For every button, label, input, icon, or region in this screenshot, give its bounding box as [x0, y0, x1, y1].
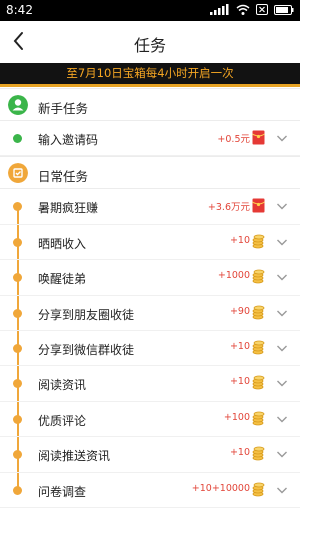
- section-title: 新手任务: [38, 101, 89, 116]
- task-name: 分享到朋友圈收徒: [38, 307, 135, 322]
- timeline-dot: [13, 485, 22, 495]
- task-reward: +10+10000: [191, 482, 250, 494]
- task-row[interactable]: 晒晒收入 +10: [0, 224, 300, 261]
- section-header: 新手任务: [0, 88, 300, 121]
- coin-icon: [252, 446, 265, 461]
- section-header: 日常任务: [0, 156, 300, 190]
- task-row[interactable]: 优质评论 +100: [0, 401, 300, 438]
- task-reward: +3.6万元: [207, 202, 250, 214]
- chevron-down-icon[interactable]: [276, 449, 288, 459]
- task-row[interactable]: 分享到微信群收徒 +10: [0, 330, 300, 367]
- treasure-banner: 至7月10日宝箱每4小时开启一次: [0, 63, 300, 87]
- task-row[interactable]: 问卷调查 +10+10000: [0, 472, 300, 508]
- chevron-down-icon[interactable]: [276, 237, 288, 247]
- coin-icon: [252, 375, 265, 390]
- task-row[interactable]: 分享到朋友圈收徒 +90: [0, 295, 300, 331]
- task-reward: +100: [223, 411, 250, 423]
- chevron-down-icon[interactable]: [276, 133, 288, 143]
- status-icons: [210, 4, 294, 15]
- wifi-icon: [236, 4, 250, 15]
- timeline-dot: [13, 414, 22, 424]
- timeline-dot: [13, 450, 22, 460]
- task-name: 阅读资讯: [38, 378, 87, 393]
- chevron-down-icon[interactable]: [276, 201, 288, 211]
- task-name: 阅读推送资讯: [38, 449, 111, 464]
- task-row[interactable]: 唤醒徒弟 +1000: [0, 260, 300, 296]
- task-name: 暑期疯狂赚: [38, 201, 99, 216]
- timeline-dot: [13, 237, 22, 247]
- section-title: 日常任务: [38, 169, 89, 185]
- signal-icon: [210, 4, 229, 15]
- chevron-down-icon[interactable]: [276, 485, 288, 495]
- red-envelope-icon: [252, 130, 265, 145]
- task-reward: +10: [229, 447, 250, 459]
- task-reward: +10: [229, 376, 250, 388]
- task-row[interactable]: 暑期疯狂赚 +3.6万元: [0, 189, 300, 225]
- status-bar: 8:42: [0, 0, 300, 21]
- timeline-dot: [13, 273, 22, 283]
- coin-icon: [252, 269, 265, 284]
- task-name: 输入邀请码: [38, 133, 99, 147]
- chevron-down-icon[interactable]: [276, 343, 288, 353]
- task-row[interactable]: 阅读推送资讯 +10: [0, 437, 300, 473]
- coin-icon: [252, 234, 265, 249]
- coin-icon: [252, 482, 265, 496]
- chevron-down-icon[interactable]: [276, 272, 288, 282]
- task-name: 优质评论: [38, 413, 87, 428]
- task-reward: +90: [229, 305, 250, 317]
- user-icon: [8, 95, 28, 115]
- task-reward: +0.5元: [217, 134, 250, 145]
- task-name: 分享到微信群收徒: [38, 342, 135, 357]
- task-reward: +10: [229, 234, 250, 246]
- chevron-down-icon[interactable]: [276, 378, 288, 388]
- timeline-dot: [13, 308, 22, 318]
- timeline-dot: [13, 134, 22, 143]
- task-name: 晒晒收入: [38, 236, 87, 251]
- daily-task-icon: [8, 163, 28, 184]
- chevron-down-icon[interactable]: [276, 308, 288, 318]
- task-row[interactable]: 输入邀请码 +0.5元: [0, 121, 300, 157]
- timeline-dot: [13, 202, 22, 212]
- nav-bar: 任务: [0, 21, 300, 63]
- timeline-dot: [13, 343, 22, 353]
- coin-icon: [252, 305, 265, 319]
- task-list: 新手任务输入邀请码 +0.5元日常任务暑期疯狂赚 +3.6万元晒晒收入 +10 唤醒徒弟…: [0, 88, 300, 508]
- coin-icon: [252, 340, 265, 355]
- battery-icon: [274, 4, 294, 15]
- status-time: 8:42: [6, 3, 33, 17]
- sim-error-icon: [256, 4, 268, 15]
- task-reward: +1000: [217, 270, 250, 282]
- timeline-dot: [13, 379, 22, 389]
- page-title: 任务: [133, 36, 166, 55]
- task-row[interactable]: 阅读资讯 +10: [0, 366, 300, 402]
- task-name: 问卷调查: [38, 484, 87, 499]
- task-reward: +10: [229, 340, 250, 352]
- chevron-down-icon[interactable]: [276, 414, 288, 424]
- red-envelope-icon: [252, 198, 265, 213]
- task-name: 唤醒徒弟: [38, 272, 87, 287]
- coin-icon: [252, 411, 265, 426]
